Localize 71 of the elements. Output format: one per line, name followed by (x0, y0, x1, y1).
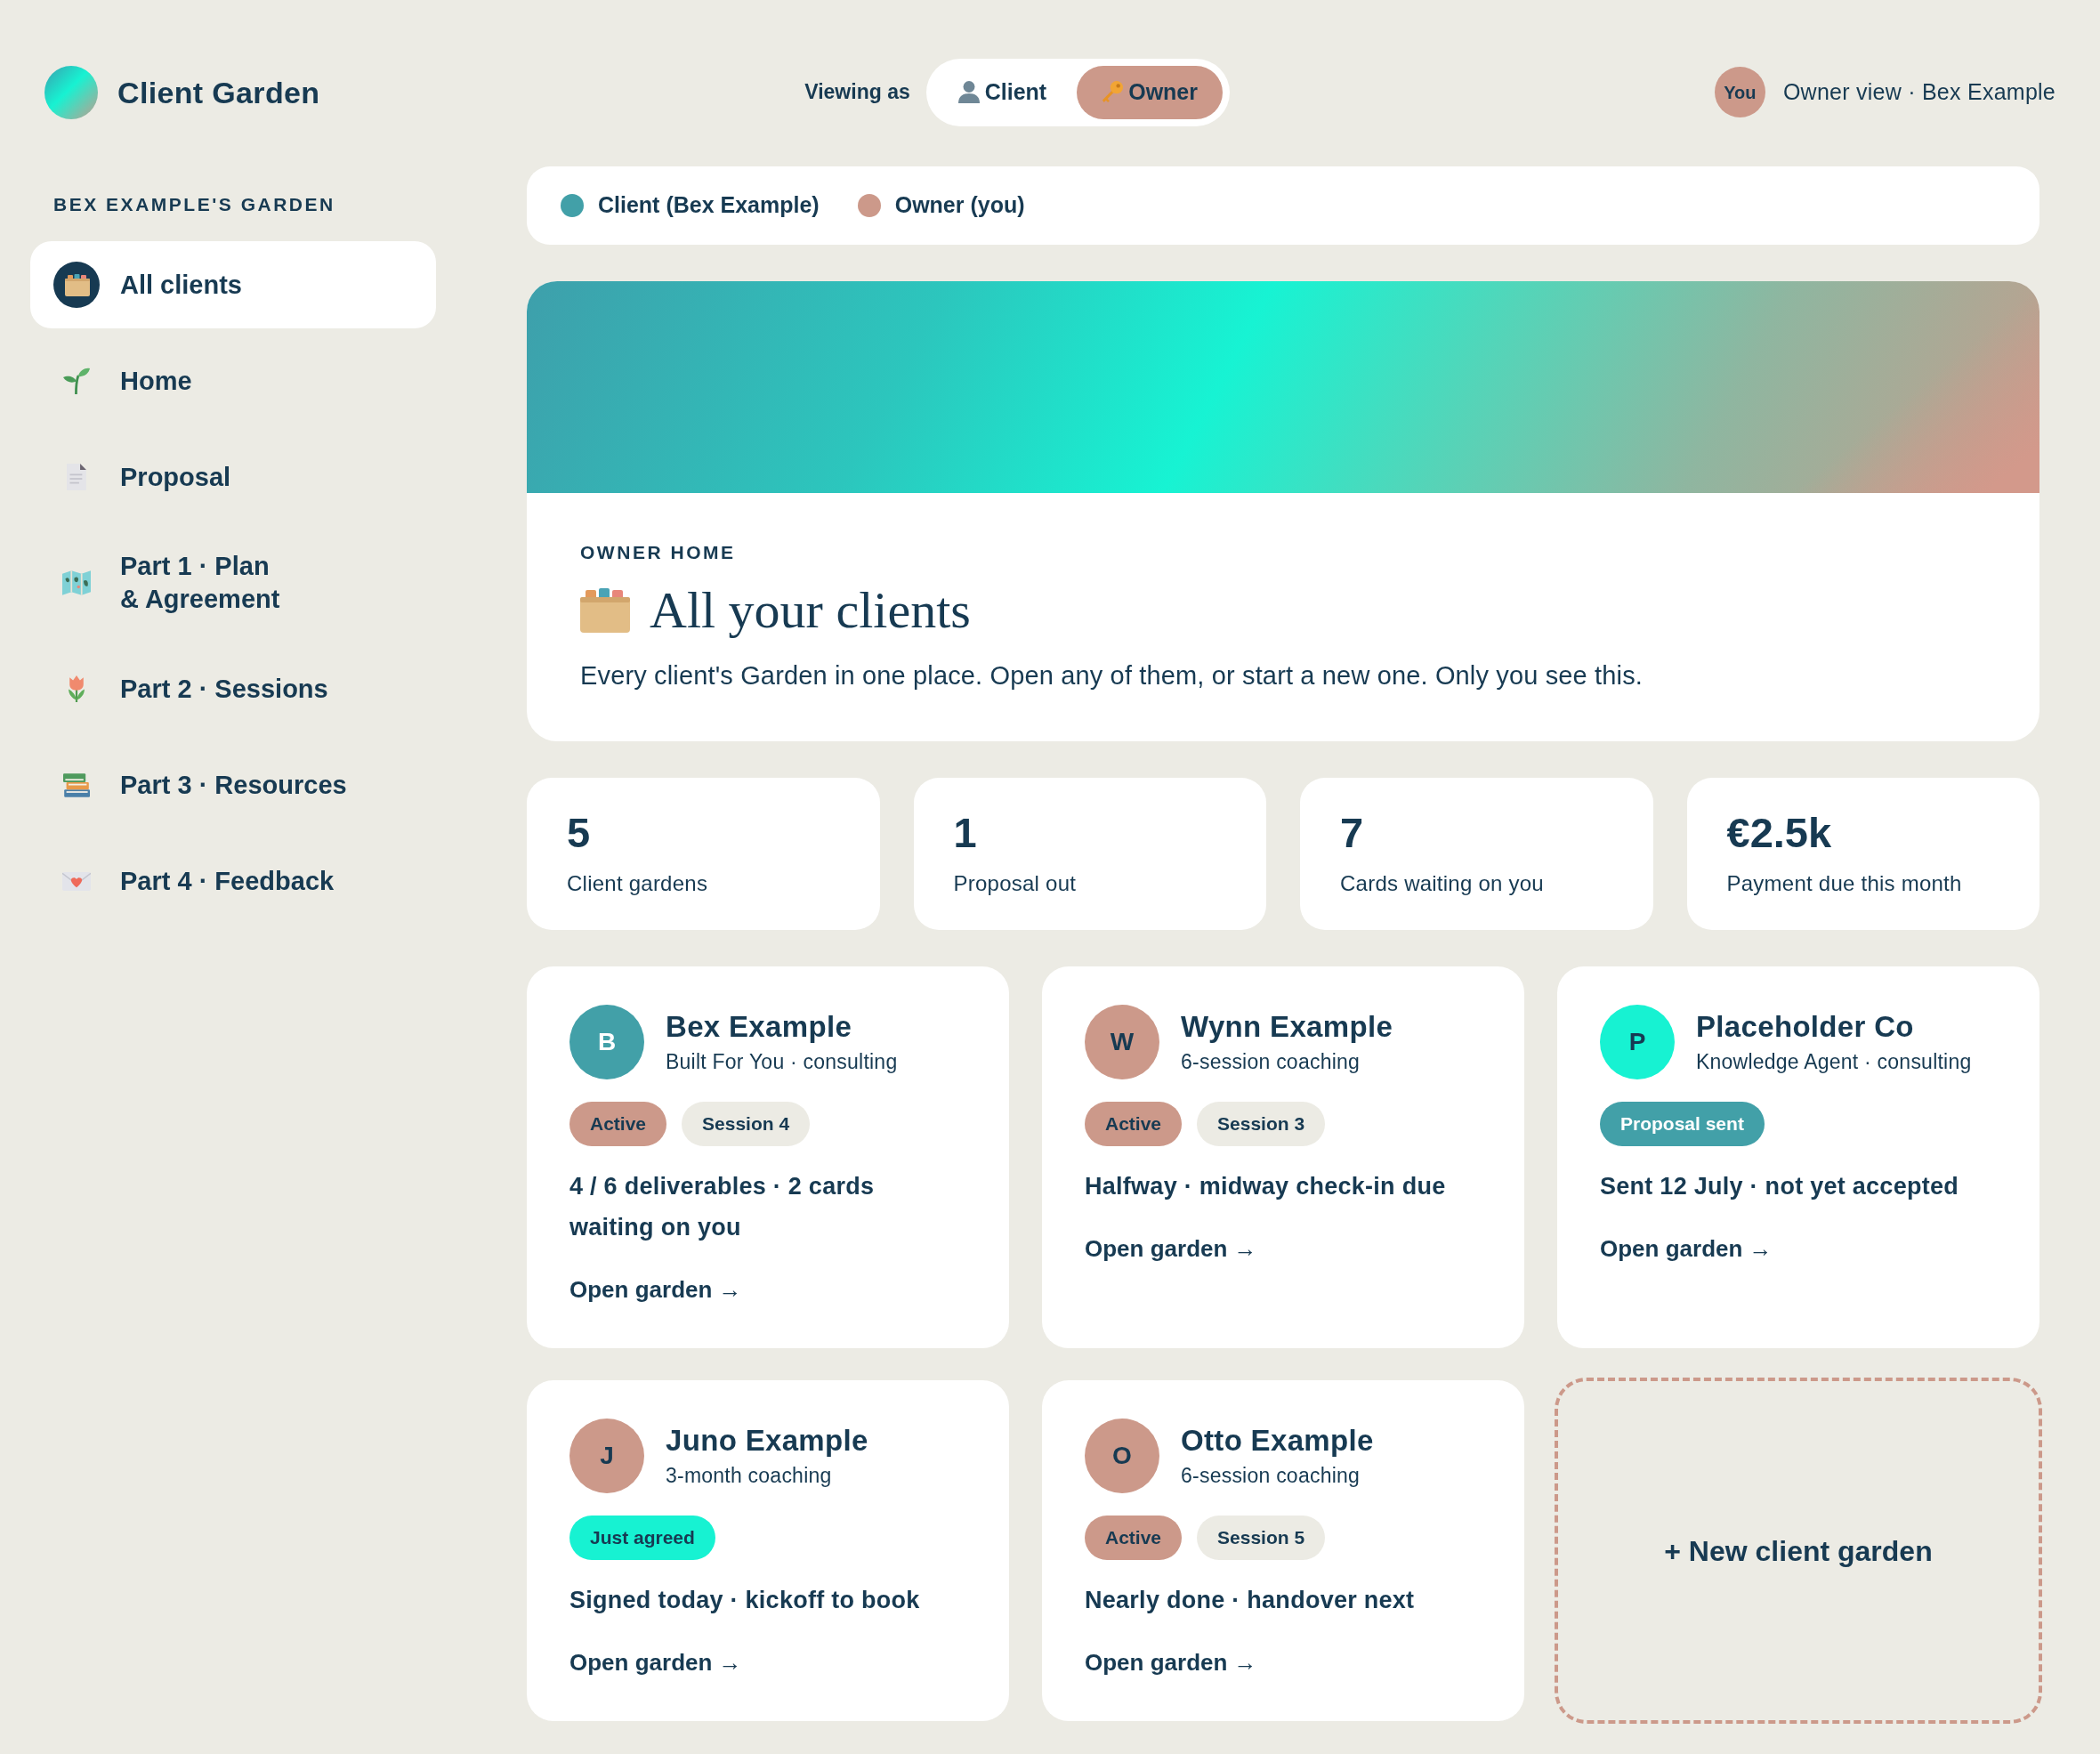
client-avatar: O (1085, 1419, 1159, 1493)
client-subtitle: 3-month coaching (666, 1463, 833, 1489)
sidebar-item[interactable]: All clients (30, 241, 436, 328)
stat-value: €2.5k (1726, 810, 1833, 856)
map-icon (62, 570, 91, 595)
stat-value: 1 (953, 810, 978, 856)
legend-label: Client (Bex Example) (598, 191, 820, 220)
tulip-icon (69, 675, 85, 702)
client-tag: Session 3 (1197, 1102, 1326, 1146)
key-icon (1102, 81, 1124, 103)
client-tag: Session 4 (682, 1102, 811, 1146)
client-summary: Nearly done · handover next (1085, 1586, 1416, 1615)
page-title: All your clients (650, 582, 971, 639)
seedling-icon (63, 368, 90, 394)
stat-label: Client gardens (567, 870, 709, 897)
section-eyebrow: OWNER HOME (580, 541, 737, 564)
books-icon (63, 772, 90, 797)
page-description: Every client's Garden in one place. Open any of them, or start a new one. Only you see this. (580, 660, 1644, 691)
sidebar-heading: BEX EXAMPLE'S GARDEN (52, 193, 336, 216)
view-caption: Owner view · Bex Example (1782, 77, 2056, 106)
sidebar-item[interactable]: Part 3 · Resources (30, 741, 436, 829)
legend-label: Owner (you) (894, 191, 1025, 220)
client-tag: Proposal sent (1600, 1102, 1765, 1146)
client-avatar: W (1085, 1005, 1159, 1079)
client-tag: Just agreed (569, 1516, 715, 1560)
sidebar-item[interactable]: Home (30, 337, 436, 424)
client-name: Wynn Example (1181, 1009, 1393, 1045)
client-avatar: J (569, 1419, 644, 1493)
sidebar-item[interactable]: Part 4 · Feedback (30, 837, 436, 925)
logo-icon (44, 65, 98, 119)
sidebar-item[interactable]: Proposal (30, 433, 436, 521)
client-name: Placeholder Co (1696, 1009, 1915, 1045)
person-icon (957, 81, 980, 103)
client-name: Bex Example (666, 1009, 853, 1045)
sidebar-item[interactable]: Part 1 · Plan & Agreement (30, 529, 436, 636)
client-summary: 4 / 6 deliverables · 2 cards waiting on you (569, 1172, 876, 1242)
viewing-as-label: Viewing as (804, 79, 910, 106)
open-garden-link[interactable]: Open garden → (1600, 1233, 1773, 1264)
stat-value: 5 (567, 810, 592, 856)
client-name: Otto Example (1181, 1423, 1374, 1459)
brand-name: Client Garden (117, 74, 320, 110)
client-summary: Signed today · kickoff to book (569, 1586, 921, 1615)
user-avatar: You (1714, 67, 1765, 117)
stat-label: Payment due this month (1726, 870, 1963, 897)
client-tag: Active (1085, 1102, 1183, 1146)
view-option-tab[interactable]: Client (933, 65, 1072, 119)
view-option-tab[interactable]: Owner (1077, 65, 1223, 119)
open-garden-link[interactable]: Open garden → (1085, 1647, 1257, 1677)
document-icon (67, 464, 86, 490)
client-avatar: P (1600, 1005, 1675, 1079)
open-garden-link[interactable]: Open garden → (569, 1274, 742, 1305)
client-tag: Session 5 (1197, 1516, 1326, 1560)
new-client-garden-button[interactable]: + New client garden (1555, 1378, 2042, 1724)
client-tag: Active (1085, 1516, 1183, 1560)
card-box-icon (53, 262, 100, 308)
client-subtitle: 6-session coaching (1181, 1463, 1361, 1489)
client-name: Juno Example (666, 1423, 868, 1459)
stat-label: Cards waiting on you (1340, 870, 1545, 897)
client-subtitle: 6-session coaching (1181, 1049, 1361, 1075)
stat-label: Proposal out (953, 870, 1078, 897)
open-garden-link[interactable]: Open garden → (1085, 1233, 1257, 1264)
client-summary: Sent 12 July · not yet accepted (1600, 1172, 1959, 1201)
client-avatar: B (569, 1005, 644, 1079)
sidebar-item[interactable]: Part 2 · Sessions (30, 645, 436, 732)
client-summary: Halfway · midway check-in due (1085, 1172, 1447, 1201)
client-tag: Active (569, 1102, 667, 1146)
card-box-icon (580, 588, 630, 633)
open-garden-link[interactable]: Open garden → (569, 1647, 742, 1677)
stat-value: 7 (1340, 810, 1365, 856)
client-subtitle: Knowledge Agent · consulting (1696, 1049, 1972, 1075)
client-subtitle: Built For You · consulting (666, 1049, 898, 1075)
